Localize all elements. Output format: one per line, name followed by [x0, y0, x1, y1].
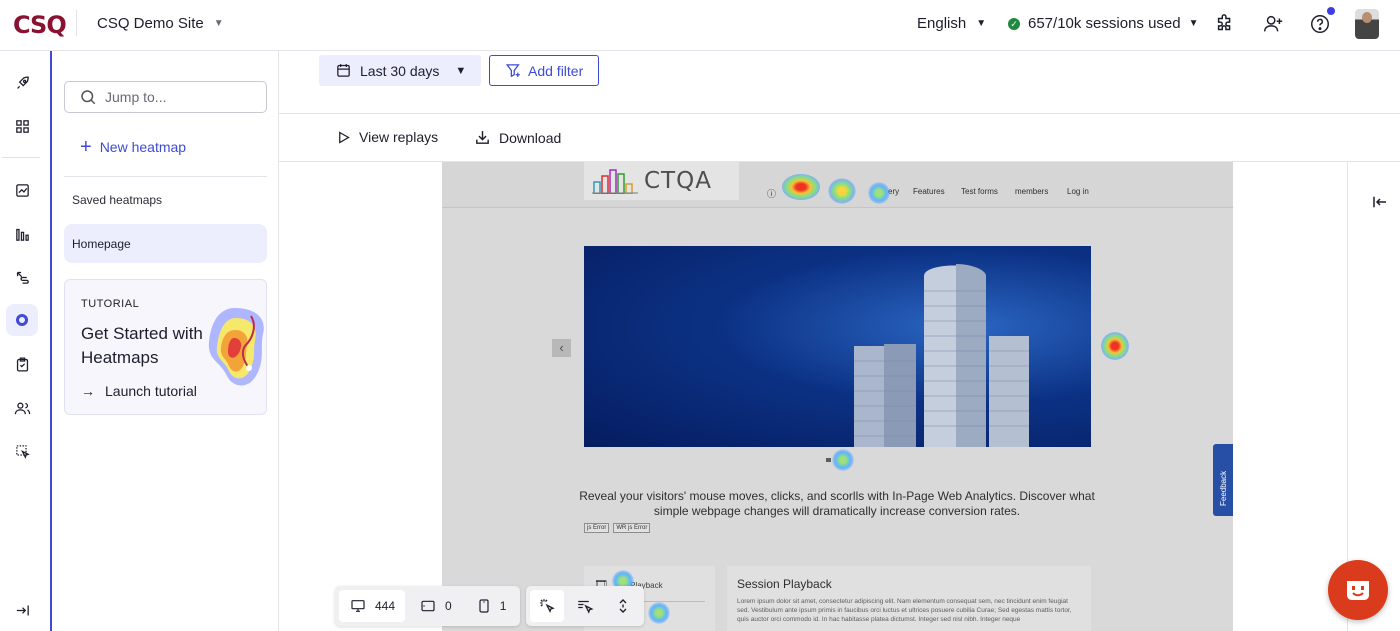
logo[interactable]: CSQ: [13, 11, 67, 39]
heatmap-icon[interactable]: [6, 304, 38, 336]
mobile-button[interactable]: 1: [466, 590, 517, 622]
tablet-count: 0: [445, 599, 452, 613]
heatmap-preview[interactable]: CTQA ⓘ ery Features Test forms members L…: [442, 162, 1233, 631]
chat-bot-icon: [1347, 581, 1369, 600]
bar-chart-icon[interactable]: [6, 218, 38, 250]
avatar[interactable]: [1355, 9, 1379, 39]
new-heatmap-button[interactable]: + New heatmap: [80, 136, 187, 158]
caret-down-icon: ▼: [976, 18, 987, 29]
tablet-button[interactable]: 0: [409, 590, 462, 622]
new-heatmap-label: New heatmap: [99, 139, 187, 155]
view-replays-label: View replays: [359, 129, 439, 145]
site-selector[interactable]: CSQ Demo Site ▼: [97, 15, 224, 32]
calendar-icon: [337, 64, 350, 77]
check-circle-icon: ✓: [1008, 17, 1020, 30]
top-bar: CSQ CSQ Demo Site ▼ English ▼ ✓ 657/10k …: [0, 0, 1400, 51]
date-range-label: Last 30 days: [360, 62, 440, 79]
divider: [2, 157, 40, 158]
sessions-usage[interactable]: ✓ 657/10k sessions used ▼: [1008, 15, 1199, 32]
tutorial-label: TUTORIAL: [81, 298, 140, 310]
move-heatmap-button[interactable]: [568, 590, 602, 622]
heat-spot: [828, 178, 856, 204]
desktop-count: 444: [375, 599, 396, 613]
plus-icon: +: [80, 136, 92, 158]
click-heatmap-button[interactable]: [530, 590, 565, 622]
heat-spot: [832, 449, 854, 471]
heat-spot: [868, 182, 890, 204]
feedback-label: Feedback: [1219, 470, 1228, 506]
search-placeholder: Jump to...: [105, 89, 167, 105]
heatmap-illustration: [208, 308, 264, 386]
tutorial-card: TUTORIAL Get Started with Heatmaps → Lau…: [64, 279, 267, 415]
nav-rail: [0, 51, 52, 631]
chat-button[interactable]: [1328, 560, 1388, 620]
notification-dot: [1327, 7, 1335, 15]
saved-heatmaps-heading: Saved heatmaps: [72, 193, 163, 207]
heatmap-panel: Jump to... + New heatmap Saved heatmaps …: [52, 51, 279, 631]
trend-icon[interactable]: [6, 174, 38, 206]
tablet-icon: [421, 600, 435, 612]
divider: [76, 10, 77, 36]
apps-icon[interactable]: [6, 110, 38, 142]
journey-icon[interactable]: [6, 261, 38, 293]
scroll-icon: [619, 599, 627, 613]
users-icon[interactable]: [6, 392, 38, 424]
desktop-icon: [351, 600, 365, 612]
play-icon: [339, 130, 350, 144]
feedback-tab[interactable]: Feedback: [1213, 444, 1233, 516]
device-selector: 444 0 1: [335, 586, 521, 626]
heat-spot: [782, 174, 820, 200]
mobile-icon: [479, 599, 489, 613]
add-user-icon[interactable]: [1261, 12, 1285, 36]
site-name: CSQ Demo Site: [97, 15, 204, 32]
tutorial-title: Get Started with Heatmaps: [81, 324, 203, 367]
language-label: English: [917, 15, 967, 32]
collapse-icon[interactable]: [6, 594, 38, 626]
caret-down-icon: ▼: [213, 18, 224, 29]
view-replays-button[interactable]: View replays: [336, 129, 438, 145]
saved-heatmap-item[interactable]: Homepage: [64, 224, 267, 263]
heat-spot: [1101, 332, 1129, 360]
expand-panel-icon[interactable]: [1371, 193, 1389, 216]
filter-icon: [505, 64, 520, 78]
search-input[interactable]: Jump to...: [64, 81, 267, 113]
search-icon: [81, 90, 96, 105]
add-filter-label: Add filter: [528, 62, 584, 79]
rocket-icon[interactable]: [6, 67, 38, 99]
arrow-right-icon: →: [81, 383, 95, 399]
divider: [64, 176, 267, 177]
mouse-move-icon: [578, 600, 594, 614]
help-icon[interactable]: [1308, 12, 1332, 36]
puzzle-icon[interactable]: [1213, 12, 1237, 36]
click-icon: [540, 599, 556, 614]
add-filter-button[interactable]: Add filter: [489, 55, 599, 86]
scroll-heatmap-button[interactable]: [606, 590, 640, 622]
caret-down-icon: ▼: [455, 64, 467, 77]
filter-toolbar: Last 30 days ▼ Add filter: [279, 51, 1400, 114]
date-range-button[interactable]: Last 30 days ▼: [319, 55, 481, 86]
launch-tutorial-link[interactable]: → Launch tutorial: [81, 383, 197, 399]
device-toolbar: 444 0 1: [335, 586, 645, 626]
sessions-label: 657/10k sessions used: [1028, 15, 1181, 32]
heatmap-type-selector: [526, 586, 645, 626]
language-selector[interactable]: English ▼: [917, 15, 986, 32]
desktop-button[interactable]: 444: [339, 590, 406, 622]
download-icon: [476, 131, 489, 144]
checklist-icon[interactable]: [6, 348, 38, 380]
heat-spot: [648, 602, 670, 624]
download-button[interactable]: Download: [474, 129, 561, 146]
launch-tutorial-label: Launch tutorial: [105, 383, 197, 399]
mobile-count: 1: [499, 599, 507, 613]
caret-down-icon: ▼: [1188, 18, 1199, 29]
preview-dim-overlay: [442, 162, 1233, 631]
download-label: Download: [499, 129, 562, 146]
actions-toolbar: View replays Download: [279, 114, 1400, 162]
selection-icon[interactable]: [6, 435, 38, 467]
